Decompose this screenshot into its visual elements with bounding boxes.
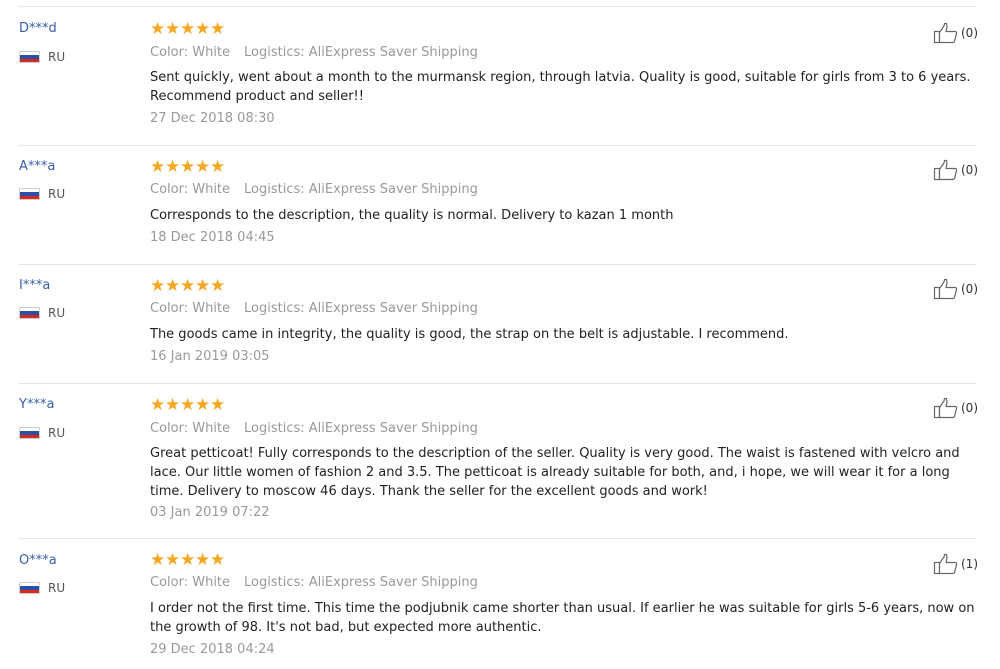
star-rating: ★ ★ ★ ★ ★: [150, 157, 226, 177]
star-icon: ★: [195, 395, 211, 415]
review-date: 29 Dec 2018 04:24: [150, 642, 275, 657]
thumbs-up-icon: [933, 159, 958, 181]
review-text: Corresponds to the description, the qual…: [150, 208, 674, 223]
order-info: Color: White Logistics: AliExpress Saver …: [150, 45, 478, 60]
star-rating: ★ ★ ★ ★ ★: [150, 395, 226, 415]
star-icon: ★: [150, 550, 166, 570]
shipping-info: Logistics: AliExpress Saver Shipping: [244, 45, 478, 60]
divider: [18, 538, 976, 539]
color-info: Color: White: [150, 45, 231, 60]
review-date: 03 Jan 2019 07:22: [150, 505, 270, 520]
reviewer-country: RU: [19, 306, 65, 320]
divider: [18, 6, 976, 7]
color-info: Color: White: [150, 575, 231, 590]
star-icon: ★: [165, 395, 181, 415]
star-icon: ★: [150, 19, 166, 39]
star-icon: ★: [150, 395, 166, 415]
country-code: RU: [48, 50, 66, 64]
country-code: RU: [48, 187, 66, 201]
star-icon: ★: [210, 395, 226, 415]
star-rating: ★ ★ ★ ★ ★: [150, 276, 226, 296]
helpful-count: (0): [961, 401, 978, 415]
review-date: 18 Dec 2018 04:45: [150, 230, 275, 245]
divider: [18, 383, 976, 384]
star-icon: ★: [180, 395, 196, 415]
reviewer-country: RU: [19, 426, 65, 440]
order-info: Color: White Logistics: AliExpress Saver …: [150, 421, 478, 436]
reviewer-country: RU: [19, 581, 65, 595]
helpful-count: (0): [961, 163, 978, 177]
star-icon: ★: [195, 276, 211, 296]
reviewer-country: RU: [19, 187, 65, 201]
russia-flag-icon: [19, 51, 40, 63]
reviewer-name[interactable]: O***a: [19, 553, 57, 568]
helpful-button[interactable]: (0): [933, 278, 978, 300]
review-text: The goods came in integrity, the quality…: [150, 327, 789, 342]
star-icon: ★: [165, 157, 181, 177]
review-text: Great petticoat! Fully corresponds to th…: [150, 446, 960, 499]
russia-flag-icon: [19, 307, 40, 319]
shipping-info: Logistics: AliExpress Saver Shipping: [244, 182, 478, 197]
star-icon: ★: [210, 550, 226, 570]
reviewer-country: RU: [19, 50, 65, 64]
thumbs-up-icon: [933, 22, 958, 44]
star-icon: ★: [150, 157, 166, 177]
star-icon: ★: [180, 157, 196, 177]
thumbs-up-icon: [933, 397, 958, 419]
star-rating: ★ ★ ★ ★ ★: [150, 550, 226, 570]
order-info: Color: White Logistics: AliExpress Saver …: [150, 182, 478, 197]
helpful-count: (0): [961, 282, 978, 296]
star-icon: ★: [165, 550, 181, 570]
reviewer-name[interactable]: A***a: [19, 159, 55, 174]
review-text: I order not the first time. This time th…: [150, 601, 975, 635]
star-icon: ★: [195, 157, 211, 177]
review-date: 16 Jan 2019 03:05: [150, 349, 270, 364]
russia-flag-icon: [19, 582, 40, 594]
shipping-info: Logistics: AliExpress Saver Shipping: [244, 421, 478, 436]
helpful-button[interactable]: (0): [933, 22, 978, 44]
country-code: RU: [48, 581, 66, 595]
reviewer-name[interactable]: Y***a: [19, 397, 54, 412]
star-icon: ★: [195, 550, 211, 570]
order-info: Color: White Logistics: AliExpress Saver …: [150, 575, 478, 590]
reviewer-name[interactable]: D***d: [19, 21, 57, 36]
divider: [18, 264, 976, 265]
star-icon: ★: [210, 157, 226, 177]
review-text: Sent quickly, went about a month to the …: [150, 70, 971, 104]
star-rating: ★ ★ ★ ★ ★: [150, 19, 226, 39]
star-icon: ★: [165, 19, 181, 39]
star-icon: ★: [150, 276, 166, 296]
russia-flag-icon: [19, 188, 40, 200]
star-icon: ★: [195, 19, 211, 39]
shipping-info: Logistics: AliExpress Saver Shipping: [244, 301, 478, 316]
star-icon: ★: [210, 19, 226, 39]
color-info: Color: White: [150, 301, 231, 316]
shipping-info: Logistics: AliExpress Saver Shipping: [244, 575, 478, 590]
thumbs-up-icon: [933, 553, 958, 575]
russia-flag-icon: [19, 427, 40, 439]
thumbs-up-icon: [933, 278, 958, 300]
country-code: RU: [48, 306, 66, 320]
helpful-count: (1): [961, 557, 978, 571]
country-code: RU: [48, 426, 66, 440]
star-icon: ★: [180, 550, 196, 570]
order-info: Color: White Logistics: AliExpress Saver …: [150, 301, 478, 316]
helpful-count: (0): [961, 26, 978, 40]
helpful-button[interactable]: (1): [933, 553, 978, 575]
star-icon: ★: [180, 276, 196, 296]
star-icon: ★: [165, 276, 181, 296]
helpful-button[interactable]: (0): [933, 159, 978, 181]
review-date: 27 Dec 2018 08:30: [150, 111, 275, 126]
color-info: Color: White: [150, 182, 231, 197]
star-icon: ★: [210, 276, 226, 296]
helpful-button[interactable]: (0): [933, 397, 978, 419]
divider: [18, 145, 976, 146]
star-icon: ★: [180, 19, 196, 39]
color-info: Color: White: [150, 421, 231, 436]
reviewer-name[interactable]: I***a: [19, 278, 50, 293]
